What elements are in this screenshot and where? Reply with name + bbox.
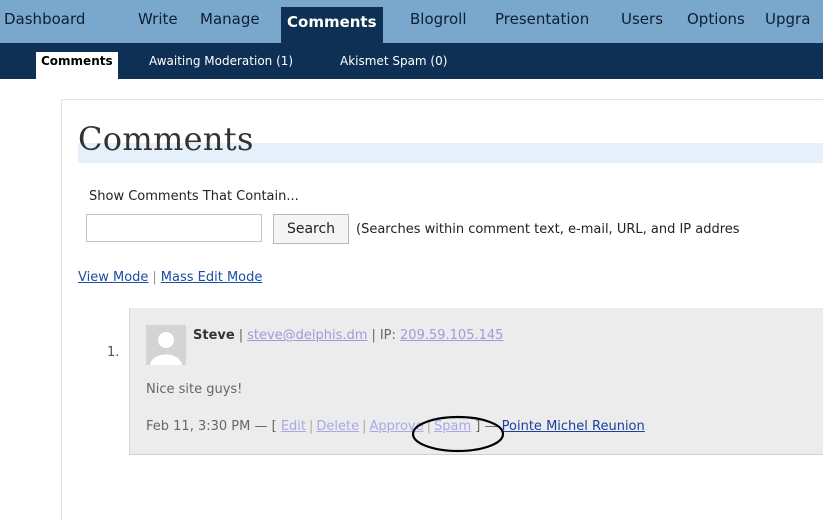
search-button[interactable]: Search [273, 214, 349, 244]
search-input[interactable] [86, 214, 262, 242]
nav-write[interactable]: Write [138, 10, 178, 28]
comment-ip-link[interactable]: 209.59.105.145 [400, 328, 503, 343]
nav-upgrade[interactable]: Upgra [765, 10, 810, 28]
nav-users[interactable]: Users [621, 10, 663, 28]
search-label: Show Comments That Contain... [89, 189, 299, 204]
ip-label: IP: [379, 328, 396, 343]
subnav-awaiting-moderation[interactable]: Awaiting Moderation (1) [149, 52, 293, 79]
comment-email-link[interactable]: steve@delphis.dm [247, 328, 367, 343]
nav-manage[interactable]: Manage [200, 10, 260, 28]
nav-options[interactable]: Options [687, 10, 745, 28]
nav-blogroll[interactable]: Blogroll [410, 10, 467, 28]
subnav-akismet-spam[interactable]: Akismet Spam (0) [340, 52, 447, 79]
comment-author: Steve [193, 328, 235, 343]
nav-presentation[interactable]: Presentation [495, 10, 589, 28]
meta-separator: | [371, 328, 376, 343]
mode-separator: | [152, 270, 157, 285]
delete-link[interactable]: Delete [316, 419, 359, 434]
meta-separator: | [238, 328, 244, 343]
page-title: Comments [78, 120, 254, 158]
view-mode-link[interactable]: View Mode [78, 270, 148, 285]
action-separator: | [426, 419, 432, 434]
mass-edit-mode-link[interactable]: Mass Edit Mode [161, 270, 263, 285]
sub-nav: Comments Awaiting Moderation (1) Akismet… [0, 43, 823, 79]
comment-number: 1. [107, 345, 120, 360]
top-nav: Dashboard Write Manage Comments Blogroll… [0, 0, 823, 43]
comment-text: Nice site guys! [146, 382, 243, 397]
nav-comments[interactable]: Comments [281, 7, 383, 43]
subnav-comments[interactable]: Comments [36, 52, 118, 79]
approve-link[interactable]: Approve [370, 419, 424, 434]
spam-link[interactable]: Spam [434, 419, 471, 434]
action-separator: | [309, 419, 314, 434]
nav-dashboard[interactable]: Dashboard [4, 10, 85, 28]
avatar [146, 325, 186, 365]
comment-meta: Steve | steve@delphis.dm | IP: 209.59.105.14… [193, 328, 503, 343]
comment-date: Feb 11, 3:30 PM — [ [146, 419, 277, 434]
comment-actions: Feb 11, 3:30 PM — [ Edit | Delete | Approve |… [146, 419, 645, 434]
action-separator: | [362, 419, 367, 434]
default-avatar-icon [146, 325, 186, 365]
post-title-link[interactable]: Pointe Michel Reunion [502, 419, 645, 434]
edit-link[interactable]: Edit [281, 419, 306, 434]
search-hint: (Searches within comment text, e-mail, U… [356, 222, 740, 237]
actions-close: ] — [475, 419, 498, 434]
mode-links: View Mode | Mass Edit Mode [78, 270, 262, 285]
